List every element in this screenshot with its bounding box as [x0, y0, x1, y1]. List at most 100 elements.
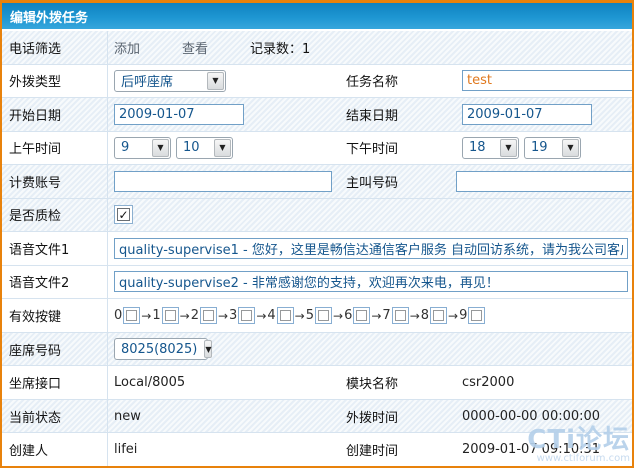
phone-filter-label: 电话筛选	[2, 31, 108, 64]
row-voice-file2: 语音文件2	[2, 266, 632, 300]
arrow-right-icon: →	[256, 309, 266, 323]
view-button[interactable]: 查看	[182, 38, 208, 57]
chevron-down-icon[interactable]: ▼	[214, 139, 231, 157]
record-count: 记录数：1	[250, 38, 310, 57]
key-8-checkbox[interactable]	[430, 307, 447, 324]
row-interface-module: 坐席接口 Local/8005 模块名称 csr2000	[2, 366, 632, 400]
billing-account-input[interactable]	[114, 171, 332, 192]
outbound-time-label: 外拨时间	[346, 407, 462, 426]
task-name-input[interactable]	[462, 70, 634, 91]
key-digit: 7	[382, 308, 390, 323]
start-date-input[interactable]	[114, 104, 244, 125]
am-time-to-select[interactable]: 10 ▼	[176, 137, 233, 159]
key-digit: 0	[114, 308, 122, 323]
arrow-right-icon: →	[448, 309, 458, 323]
chevron-down-icon[interactable]: ▼	[152, 139, 169, 157]
arrow-right-icon: →	[295, 309, 305, 323]
outbound-type-label: 外拨类型	[2, 65, 108, 98]
row-quality-check: 是否质检 ✓	[2, 199, 632, 233]
key-0-checkbox[interactable]	[123, 307, 140, 324]
pm-time-label: 下午时间	[346, 138, 462, 157]
key-digit: 5	[306, 308, 314, 323]
end-date-label: 结束日期	[346, 105, 462, 124]
row-billing-caller: 计费账号 主叫号码	[2, 165, 632, 199]
end-date-input[interactable]	[462, 104, 592, 125]
key-1-checkbox[interactable]	[162, 307, 179, 324]
start-date-label: 开始日期	[2, 98, 108, 131]
am-time-to-value: 10	[177, 140, 213, 155]
arrow-right-icon: →	[371, 309, 381, 323]
am-time-from-value: 9	[115, 140, 151, 155]
arrow-right-icon: →	[333, 309, 343, 323]
checkmark-icon: ✓	[117, 208, 130, 221]
am-time-from-select[interactable]: 9 ▼	[114, 137, 171, 159]
module-name-label: 模块名称	[346, 373, 462, 392]
quality-check-label: 是否质检	[2, 199, 108, 232]
key-digit: 2	[191, 308, 199, 323]
key-digit: 9	[459, 308, 467, 323]
creator-value: lifei	[114, 442, 137, 457]
quality-check-checkbox[interactable]: ✓	[114, 205, 133, 224]
row-valid-keys: 有效按键 0 → 1 → 2 → 3 → 4 → 5 → 6 → 7	[2, 299, 632, 333]
key-4-checkbox[interactable]	[277, 307, 294, 324]
caller-number-input[interactable]	[456, 171, 634, 192]
caller-number-label: 主叫号码	[346, 172, 456, 191]
key-digit: 8	[421, 308, 429, 323]
page-title: 编辑外拨任务	[10, 7, 88, 26]
agent-number-label: 座席号码	[2, 333, 108, 366]
module-name-value: csr2000	[462, 375, 514, 390]
am-time-label: 上午时间	[2, 132, 108, 165]
agent-number-select[interactable]: 8025(8025) ▼	[114, 338, 208, 360]
row-phone-filter: 电话筛选 添加 查看 记录数：1	[2, 31, 632, 65]
create-time-value: 2009-01-07 09:10:31	[462, 442, 600, 457]
valid-keys-group: 0 → 1 → 2 → 3 → 4 → 5 → 6 → 7 → 8	[114, 307, 485, 324]
task-name-label: 任务名称	[346, 71, 462, 90]
key-6-checkbox[interactable]	[353, 307, 370, 324]
key-digit: 4	[267, 308, 275, 323]
key-digit: 3	[229, 308, 237, 323]
add-button[interactable]: 添加	[114, 38, 140, 57]
arrow-right-icon: →	[410, 309, 420, 323]
voice-file1-label: 语音文件1	[2, 232, 108, 265]
voice-file2-input[interactable]	[114, 271, 628, 292]
outbound-type-select[interactable]: 后呼座席 ▼	[114, 70, 226, 92]
row-times: 上午时间 9 ▼ 10 ▼ 下午时间 18 ▼ 19 ▼	[2, 132, 632, 166]
voice-file2-label: 语音文件2	[2, 266, 108, 299]
row-agent-number: 座席号码 8025(8025) ▼	[2, 333, 632, 367]
key-7-checkbox[interactable]	[392, 307, 409, 324]
row-status-outboundtime: 当前状态 new 外拨时间 0000-00-00 00:00:00	[2, 400, 632, 434]
chevron-down-icon[interactable]: ▼	[500, 139, 517, 157]
row-dates: 开始日期 结束日期	[2, 98, 632, 132]
valid-keys-label: 有效按键	[2, 299, 108, 332]
edit-outbound-task-window: 编辑外拨任务 电话筛选 添加 查看 记录数：1 外拨类型 后呼座席 ▼ 任务名称	[0, 0, 634, 468]
agent-number-value: 8025(8025)	[115, 342, 203, 357]
key-2-checkbox[interactable]	[200, 307, 217, 324]
outbound-time-value: 0000-00-00 00:00:00	[462, 409, 600, 424]
voice-file1-input[interactable]	[114, 238, 628, 259]
pm-time-to-value: 19	[525, 140, 561, 155]
pm-time-to-select[interactable]: 19 ▼	[524, 137, 581, 159]
billing-account-label: 计费账号	[2, 165, 108, 198]
chevron-down-icon[interactable]: ▼	[204, 340, 212, 358]
create-time-label: 创建时间	[346, 440, 462, 459]
form-table: 电话筛选 添加 查看 记录数：1 外拨类型 后呼座席 ▼ 任务名称 开始日	[2, 31, 632, 466]
pm-time-from-select[interactable]: 18 ▼	[462, 137, 519, 159]
row-voice-file1: 语音文件1	[2, 232, 632, 266]
row-creator-createtime: 创建人 lifei 创建时间 2009-01-07 09:10:31	[2, 433, 632, 466]
creator-label: 创建人	[2, 433, 108, 466]
row-type-taskname: 外拨类型 后呼座席 ▼ 任务名称	[2, 65, 632, 99]
chevron-down-icon[interactable]: ▼	[207, 72, 224, 90]
pm-time-from-value: 18	[463, 140, 499, 155]
arrow-right-icon: →	[141, 309, 151, 323]
key-digit: 6	[344, 308, 352, 323]
agent-interface-label: 坐席接口	[2, 366, 108, 399]
agent-interface-value: Local/8005	[114, 375, 185, 390]
current-status-value: new	[114, 409, 141, 424]
arrow-right-icon: →	[180, 309, 190, 323]
key-9-checkbox[interactable]	[468, 307, 485, 324]
chevron-down-icon[interactable]: ▼	[562, 139, 579, 157]
current-status-label: 当前状态	[2, 400, 108, 433]
key-5-checkbox[interactable]	[315, 307, 332, 324]
key-3-checkbox[interactable]	[238, 307, 255, 324]
outbound-type-value: 后呼座席	[115, 71, 206, 90]
